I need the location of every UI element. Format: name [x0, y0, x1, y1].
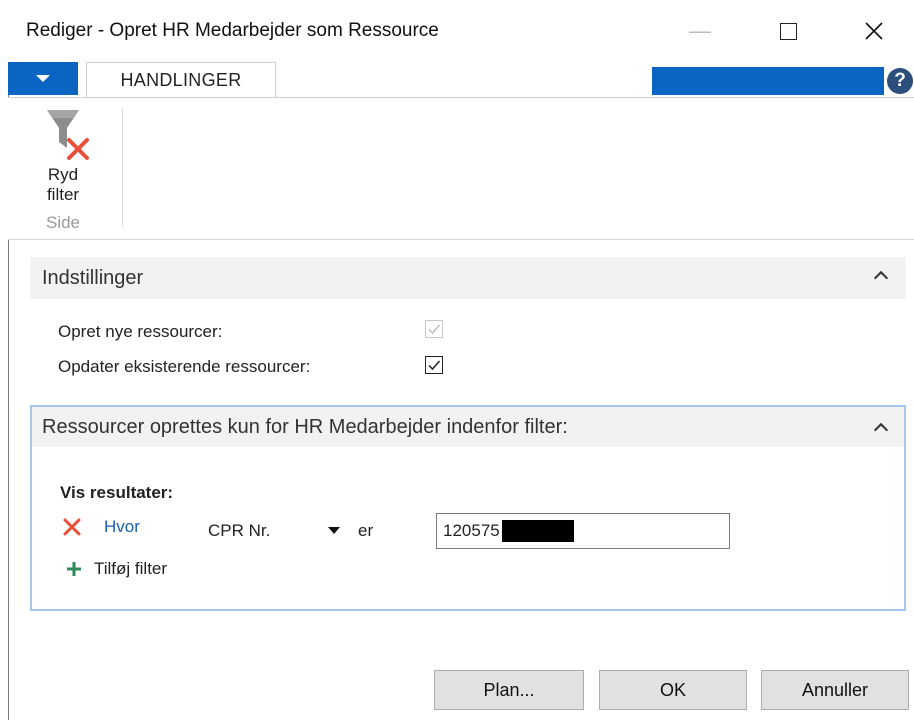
- redaction-block: [501, 520, 574, 542]
- dropdown-arrow-icon[interactable]: [328, 527, 340, 534]
- chevron-down-icon: [36, 75, 50, 82]
- filter-field-select[interactable]: CPR Nr.: [208, 521, 270, 541]
- remove-filter-icon[interactable]: [62, 517, 82, 537]
- maximize-button[interactable]: [768, 12, 808, 50]
- settings-section-title: Indstillinger: [42, 266, 144, 289]
- create-new-label: Opret nye ressourcer:: [58, 322, 223, 341]
- tab-handlinger[interactable]: HANDLINGER: [86, 62, 276, 98]
- ribbon-panel: Ryd filter Side: [8, 97, 914, 240]
- title-bar: Rediger - Opret HR Medarbejder som Resso…: [8, 0, 914, 62]
- add-filter-link[interactable]: Tilføj filter: [94, 559, 167, 579]
- chevron-up-icon: [873, 270, 889, 286]
- ribbon-group-divider: [122, 108, 123, 226]
- help-icon[interactable]: ?: [887, 68, 913, 94]
- ribbon-accent-bar: [652, 67, 884, 95]
- clear-filter-label-1: Ryd: [47, 165, 79, 184]
- filter-value-text: 120575: [443, 521, 500, 540]
- create-new-checkbox[interactable]: [425, 320, 443, 338]
- window-title: Rediger - Opret HR Medarbejder som Resso…: [26, 20, 439, 41]
- filter-section-header[interactable]: Ressourcer oprettes kun for HR Medarbejd…: [32, 407, 904, 447]
- clear-filter-button[interactable]: Ryd filter: [18, 108, 108, 204]
- maximize-icon: [779, 22, 797, 40]
- update-existing-label: Opdater eksisterende ressourcer:: [58, 357, 311, 376]
- filter-operator-label: er: [358, 521, 374, 540]
- add-icon[interactable]: [66, 561, 82, 577]
- checkmark-icon: [428, 324, 441, 335]
- checkmark-icon: [428, 360, 441, 371]
- plan-button[interactable]: Plan...: [434, 670, 584, 710]
- minimize-button[interactable]: —: [680, 12, 720, 50]
- ribbon-group-label: Side: [45, 213, 81, 232]
- show-results-label: Vis resultater:: [60, 483, 174, 502]
- close-button[interactable]: [854, 12, 894, 50]
- clear-filter-icon: [33, 108, 93, 164]
- chevron-up-icon: [873, 422, 889, 438]
- where-link[interactable]: Hvor: [104, 517, 140, 537]
- clear-filter-label-2: filter: [46, 185, 80, 204]
- app-menu-button[interactable]: [8, 62, 78, 95]
- close-icon: [865, 22, 883, 40]
- filter-value-input[interactable]: 120575: [436, 513, 730, 549]
- cancel-button[interactable]: Annuller: [761, 670, 909, 710]
- ribbon-tab-row: HANDLINGER ?: [8, 62, 914, 98]
- ok-button[interactable]: OK: [599, 670, 747, 710]
- filter-section: Ressourcer oprettes kun for HR Medarbejd…: [30, 405, 906, 611]
- update-existing-checkbox[interactable]: [425, 356, 443, 374]
- filter-section-title: Ressourcer oprettes kun for HR Medarbejd…: [42, 415, 568, 438]
- settings-section-header[interactable]: Indstillinger: [30, 257, 906, 299]
